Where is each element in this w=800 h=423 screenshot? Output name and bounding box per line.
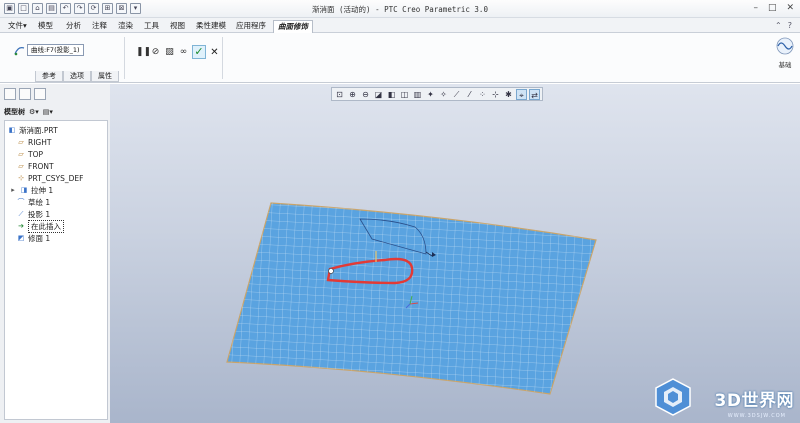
tree-item-label: 拉伸 1 — [31, 185, 54, 195]
tab-surface-finish[interactable]: 曲面修饰 — [273, 20, 313, 33]
folder-browser-icon[interactable] — [19, 88, 31, 100]
curve-reference-icon — [14, 46, 25, 55]
apply-ok-icon[interactable]: ✓ — [192, 45, 206, 59]
reference-field[interactable]: 曲线:F7(投影_1) — [27, 44, 84, 56]
tree-item-label: FRONT — [28, 161, 54, 171]
subtab-options[interactable]: 选项 — [63, 71, 91, 82]
file-menu-label: 文件 — [8, 21, 23, 30]
tree-item-part[interactable]: ◧ 渐消面.PRT — [8, 124, 58, 136]
expand-arrow-icon[interactable]: ▸ — [9, 186, 17, 194]
tree-item-front[interactable]: ▱ FRONT — [17, 160, 54, 172]
tree-item-right[interactable]: ▱ RIGHT — [17, 136, 51, 148]
tab-analysis[interactable]: 分析 — [62, 20, 85, 33]
help-area: ⌃ ? — [775, 21, 792, 30]
sketch-icon: ⌒ — [17, 198, 25, 206]
tree-item-label: 修面 1 — [28, 233, 51, 243]
tree-item-top[interactable]: ▱ TOP — [17, 148, 43, 160]
window-title: 渐消面 (活动的) - PTC Creo Parametric 3.0 — [312, 5, 488, 14]
insert-arrow-icon: ➔ — [18, 222, 24, 230]
tree-item-label: 投影 1 — [28, 209, 51, 219]
reference-collector: 曲线:F7(投影_1) — [14, 44, 84, 56]
model-tree-label: 模型树 — [4, 108, 25, 116]
model-viewport — [226, 202, 597, 395]
tree-settings-icon[interactable]: ⚙▾ — [29, 108, 39, 116]
ribbon-tab-row: 文件▾ 模型 分析 注释 渲染 工具 视图 柔性建模 应用程序 曲面修饰 ⌃ ? — [0, 18, 800, 33]
datum-plane-icon: ▱ — [18, 150, 24, 158]
file-menu[interactable]: 文件▾ — [4, 20, 31, 33]
window-controls: – □ ✕ — [753, 3, 794, 13]
tree-item-label: 渐消面.PRT — [19, 125, 58, 135]
base-curve-button[interactable]: 基础 — [774, 37, 796, 69]
no-preview-icon[interactable]: ⊘ — [150, 47, 161, 58]
tree-columns-icon[interactable]: ▤▾ — [43, 108, 53, 116]
tree-item-label: PRT_CSYS_DEF — [28, 173, 84, 183]
navigator-panel: 模型树 ⚙▾ ▤▾ ◧ 渐消面.PRT ▱ RIGHT ▱ TOP ▱ FRON… — [0, 84, 110, 423]
tree-item-csys[interactable]: ⊹ PRT_CSYS_DEF — [17, 172, 83, 184]
tab-tools[interactable]: 工具 — [140, 20, 163, 33]
preview-icon[interactable]: ▨ — [164, 47, 175, 58]
cancel-icon[interactable]: ✕ — [209, 47, 220, 58]
tree-item-label: RIGHT — [28, 137, 52, 147]
tab-flexible-modeling[interactable]: 柔性建模 — [192, 20, 230, 33]
base-curve-label: 基础 — [778, 61, 792, 69]
tree-item-projection[interactable]: ⟋ 投影 1 — [17, 208, 51, 220]
model-tree-tab-icon[interactable] — [4, 88, 16, 100]
minimize-ribbon-icon[interactable]: ⌃ — [775, 21, 782, 30]
favorites-icon[interactable] — [34, 88, 46, 100]
part-icon: ◧ — [8, 126, 16, 134]
feature-icon: ◩ — [17, 234, 25, 242]
title-bar: ▣ □ ⌂ ▤ ↶ ↷ ⟳ ⊞ ⊠ ▾ 渐消面 (活动的) - PTC Creo… — [0, 0, 800, 18]
tab-applications[interactable]: 应用程序 — [232, 20, 270, 33]
csys-icon: ⊹ — [18, 174, 24, 182]
ribbon-divider — [222, 37, 223, 79]
tab-render[interactable]: 渲染 — [114, 20, 137, 33]
watermark-text: 3D世界网 — [714, 391, 794, 411]
sine-curve-icon — [776, 37, 794, 55]
tab-model[interactable]: 模型 — [34, 20, 57, 33]
tree-item-label: 草绘 1 — [28, 197, 51, 207]
datum-plane-icon: ▱ — [18, 138, 24, 146]
tree-item-sketch[interactable]: ⌒ 草绘 1 — [17, 196, 51, 208]
model-tree: ◧ 渐消面.PRT ▱ RIGHT ▱ TOP ▱ FRONT ⊹ PRT_CS… — [4, 120, 108, 420]
graphics-window[interactable]: ⊡ ⊕ ⊖ ◪ ◧ ◫ ▥ ✦ ✧ ⟋ ⁄ ⁘ ⊹ ✱ ⌖ ⇄ 3D世界网 WW… — [110, 84, 800, 423]
projection-icon: ⟋ — [18, 210, 24, 218]
ribbon-panel: 曲线:F7(投影_1) ❚❚ ⊘ ▨ ∞ ✓ ✕ 参考 选项 属性 基础 — [0, 33, 800, 83]
subtab-properties[interactable]: 属性 — [91, 71, 119, 82]
maximize-icon[interactable]: □ — [768, 3, 777, 13]
ribbon-controls: ❚❚ ⊘ ▨ ∞ ✓ ✕ — [136, 45, 220, 59]
tree-item-insert-here[interactable]: ➔ 在此插入 — [17, 219, 64, 233]
tree-item-extrude[interactable]: ▸ ◨ 拉伸 1 — [9, 184, 53, 196]
minimize-icon[interactable]: – — [753, 3, 758, 13]
extrude-icon: ◨ — [20, 186, 28, 194]
tab-view[interactable]: 视图 — [166, 20, 189, 33]
model-tree-header: 模型树 ⚙▾ ▤▾ — [4, 105, 108, 119]
tab-annotate[interactable]: 注释 — [88, 20, 111, 33]
ribbon-subtabs: 参考 选项 属性 — [35, 71, 119, 82]
verify-icon[interactable]: ∞ — [178, 47, 189, 58]
close-icon[interactable]: ✕ — [786, 3, 794, 13]
datum-plane-icon: ▱ — [18, 162, 24, 170]
navigator-tabs — [4, 88, 46, 100]
tree-item-surface-finish[interactable]: ◩ 修面 1 — [17, 232, 50, 244]
tree-item-label: TOP — [28, 149, 44, 159]
tree-item-label: 在此插入 — [28, 219, 64, 233]
ribbon-divider — [124, 37, 125, 79]
curve-start-point[interactable] — [328, 268, 334, 274]
cube-logo-icon — [655, 378, 691, 416]
watermark-url: WWW.3DSJW.COM — [727, 413, 786, 419]
help-icon[interactable]: ? — [788, 21, 792, 30]
pause-icon[interactable]: ❚❚ — [136, 47, 151, 58]
subtab-references[interactable]: 参考 — [35, 71, 63, 82]
watermark-logo — [654, 377, 692, 417]
